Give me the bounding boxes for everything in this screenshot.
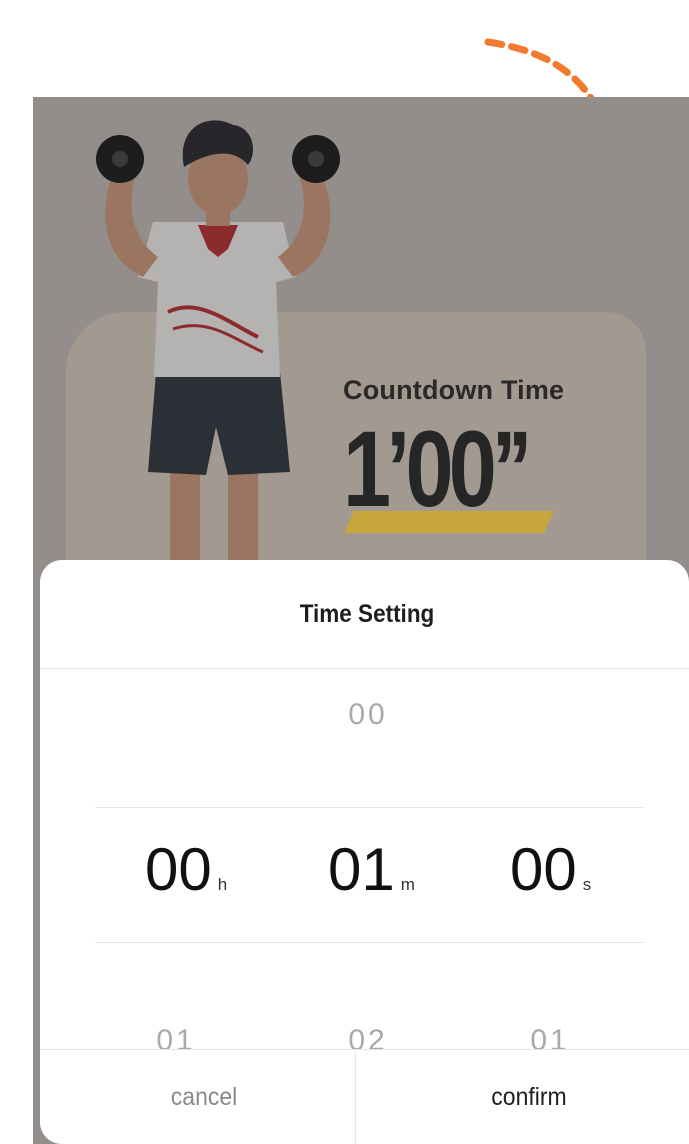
countdown-time-label: Countdown Time [343, 375, 565, 405]
picker-hours-value[interactable]: 00 [145, 840, 212, 900]
picker-minutes-column[interactable]: 01 m [328, 840, 415, 900]
picker-selection-line-bottom [95, 942, 644, 943]
confirm-button[interactable]: confirm [382, 1050, 676, 1144]
picker-seconds-unit: s [582, 875, 592, 894]
picker-hours-unit: h [217, 875, 228, 894]
cancel-button[interactable]: cancel [53, 1050, 356, 1144]
picker-seconds-column[interactable]: 00 s [510, 840, 591, 900]
sheet-title: Time Setting [299, 600, 435, 628]
picker-minutes-above[interactable]: 00 [318, 698, 418, 732]
sheet-action-bar: cancel confirm [40, 1049, 689, 1144]
weightlifter-illustration [96, 120, 340, 582]
picker-seconds-value[interactable]: 00 [510, 840, 577, 900]
picker-minutes-value[interactable]: 01 [328, 840, 395, 900]
picker-minutes-unit: m [400, 875, 415, 894]
picker-selection-line-top [95, 807, 644, 808]
picker-hours-column[interactable]: 00 h [145, 840, 227, 900]
title-divider [40, 668, 689, 669]
countdown-time-value: 1’00’’ [343, 408, 532, 529]
time-setting-sheet: Time Setting 00 00 h 01 m 00 s 01 02 01 … [40, 560, 689, 1144]
